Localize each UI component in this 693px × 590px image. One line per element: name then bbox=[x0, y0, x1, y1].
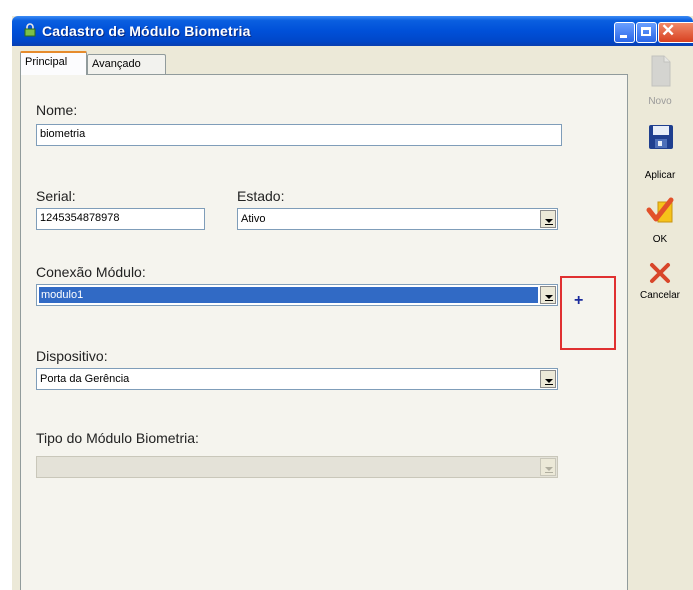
novo-label: Novo bbox=[648, 96, 672, 107]
dispositivo-dropdown-button[interactable] bbox=[540, 370, 556, 388]
save-disk-icon bbox=[648, 124, 674, 153]
novo-button[interactable]: Novo bbox=[627, 50, 693, 110]
tab-panel bbox=[20, 74, 628, 590]
window-title: Cadastro de Módulo Biometria bbox=[42, 23, 251, 39]
new-document-icon bbox=[650, 54, 672, 91]
nome-input[interactable]: biometria bbox=[36, 124, 562, 146]
conexao-value: modulo1 bbox=[39, 287, 538, 303]
aplicar-button[interactable]: Aplicar bbox=[627, 120, 693, 181]
cancelar-label: Cancelar bbox=[639, 290, 681, 301]
estado-select[interactable]: Ativo bbox=[237, 208, 558, 230]
conexao-dropdown-button[interactable] bbox=[540, 286, 556, 304]
close-icon: ✕ bbox=[661, 21, 676, 40]
serial-input[interactable]: 1245354878978 bbox=[36, 208, 205, 230]
maximize-icon bbox=[641, 27, 651, 36]
estado-dropdown-button[interactable] bbox=[540, 210, 556, 228]
dispositivo-label: Dispositivo: bbox=[36, 348, 108, 364]
x-cancel-icon bbox=[649, 262, 671, 287]
estado-value: Ativo bbox=[241, 213, 266, 225]
aplicar-label: Aplicar bbox=[644, 170, 676, 181]
title-bar[interactable]: Cadastro de Módulo Biometria ✕ bbox=[12, 16, 693, 46]
action-toolbar: Novo Aplicar OK Cancelar bbox=[627, 50, 693, 590]
lock-icon bbox=[24, 23, 36, 37]
add-connection-button[interactable]: + bbox=[574, 292, 583, 310]
cancelar-button[interactable]: Cancelar bbox=[627, 254, 693, 314]
maximize-button[interactable] bbox=[636, 22, 657, 43]
estado-label: Estado: bbox=[237, 188, 285, 204]
ok-button[interactable]: OK bbox=[627, 188, 693, 248]
close-button[interactable]: ✕ bbox=[658, 21, 693, 43]
minimize-icon bbox=[620, 35, 627, 38]
tab-principal[interactable]: Principal bbox=[20, 51, 87, 75]
highlight-annotation bbox=[560, 276, 616, 350]
chevron-down-icon bbox=[545, 379, 553, 383]
tipo-dropdown-button bbox=[540, 458, 556, 476]
dispositivo-value: Porta da Gerência bbox=[40, 373, 130, 385]
chevron-down-icon bbox=[545, 219, 553, 223]
chevron-down-icon bbox=[545, 295, 553, 299]
chevron-down-icon bbox=[545, 467, 553, 471]
serial-label: Serial: bbox=[36, 188, 76, 204]
conexao-select[interactable]: modulo1 bbox=[36, 284, 558, 306]
checkmark-icon bbox=[646, 196, 676, 229]
tipo-select bbox=[36, 456, 558, 478]
dispositivo-select[interactable]: Porta da Gerência bbox=[36, 368, 558, 390]
tab-avancado[interactable]: Avançado bbox=[87, 54, 166, 74]
conexao-label: Conexão Módulo: bbox=[36, 264, 146, 280]
nome-label: Nome: bbox=[36, 102, 78, 118]
tipo-label: Tipo do Módulo Biometria: bbox=[36, 430, 199, 446]
minimize-button[interactable] bbox=[614, 22, 635, 43]
ok-label: OK bbox=[652, 234, 668, 245]
